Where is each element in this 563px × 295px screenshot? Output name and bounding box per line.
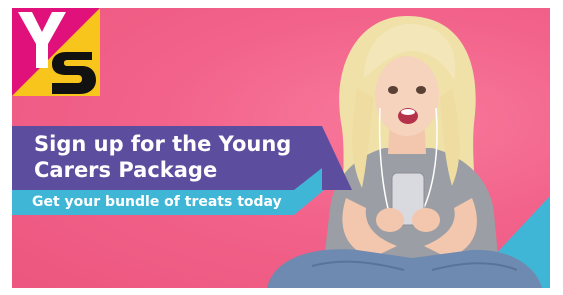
- subheadline-text: Get your bundle of treats today: [32, 194, 282, 210]
- promo-banner[interactable]: Sign up for the Young Carers Package Get…: [12, 8, 550, 288]
- subheadline-banner: Get your bundle of treats today: [12, 190, 294, 215]
- ys-logo: [12, 8, 100, 96]
- subheadline-accent: [294, 168, 322, 190]
- subheadline-triangle: [294, 190, 324, 215]
- headline-line-2: Carers Package: [34, 158, 218, 182]
- headline-triangle: [322, 126, 352, 190]
- headline-line-1: Sign up for the Young: [34, 132, 292, 156]
- headline-banner: Sign up for the Young Carers Package: [12, 126, 322, 190]
